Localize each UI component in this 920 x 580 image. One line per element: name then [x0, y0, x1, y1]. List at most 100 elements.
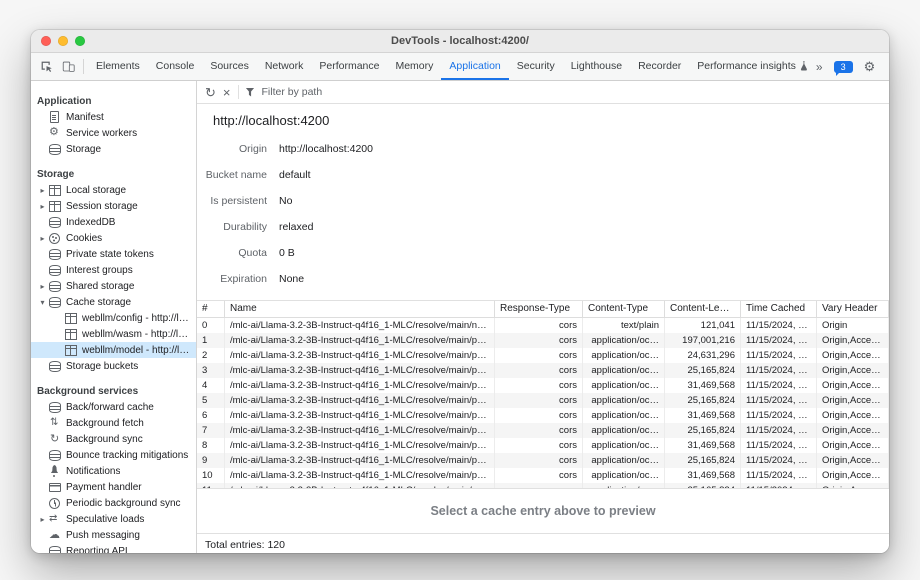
database-icon	[48, 248, 62, 260]
table-row[interactable]: 7 /mlc-ai/Llama-3.2-3B-Instruct-q4f16_1-…	[197, 423, 889, 438]
sidebar-item[interactable]: Bounce tracking mitigations	[31, 447, 196, 463]
devtools-tab[interactable]: Recorder	[630, 53, 689, 80]
table-row[interactable]: 1 /mlc-ai/Llama-3.2-3B-Instruct-q4f16_1-…	[197, 333, 889, 348]
sidebar-item[interactable]: Shared storage	[31, 278, 196, 294]
sidebar-item[interactable]: Service workers	[31, 125, 196, 141]
table-row[interactable]: 10 /mlc-ai/Llama-3.2-3B-Instruct-q4f16_1…	[197, 468, 889, 483]
delete-selected-icon[interactable]: ×	[223, 86, 231, 99]
table-row[interactable]: 3 /mlc-ai/Llama-3.2-3B-Instruct-q4f16_1-…	[197, 363, 889, 378]
sidebar-item-label: webllm/config - http://loc…	[82, 313, 192, 324]
devtools-tab[interactable]: Lighthouse	[563, 53, 630, 80]
cell-response-type: cors	[495, 468, 583, 483]
refresh-icon[interactable]: ↻	[205, 86, 216, 99]
devtools-tab[interactable]: Sources	[202, 53, 257, 80]
table-row[interactable]: 2 /mlc-ai/Llama-3.2-3B-Instruct-q4f16_1-…	[197, 348, 889, 363]
more-tabs-icon[interactable]: »	[816, 60, 823, 74]
sidebar-item[interactable]: Back/forward cache	[31, 399, 196, 415]
sidebar-item[interactable]: Speculative loads	[31, 511, 196, 527]
column-header[interactable]: Response-Type	[495, 301, 583, 317]
cell-time-cached: 11/15/2024, 10…	[741, 408, 817, 423]
sidebar-item[interactable]: IndexedDB	[31, 214, 196, 230]
devtools-tab[interactable]: Memory	[387, 53, 441, 80]
expand-arrow-icon[interactable]	[37, 202, 48, 211]
sidebar-item[interactable]: webllm/model - http://loc…	[31, 342, 196, 358]
devtools-tab[interactable]: Security	[509, 53, 563, 80]
sidebar-item[interactable]: Interest groups	[31, 262, 196, 278]
table-row[interactable]: 8 /mlc-ai/Llama-3.2-3B-Instruct-q4f16_1-…	[197, 438, 889, 453]
expand-arrow-icon[interactable]	[37, 515, 48, 524]
sidebar-item-label: Back/forward cache	[66, 402, 154, 413]
expand-arrow-icon[interactable]	[37, 298, 48, 307]
sidebar-item[interactable]: Cookies	[31, 230, 196, 246]
cell-content-length: 24,631,296	[665, 348, 741, 363]
devtools-tab[interactable]: Console	[148, 53, 203, 80]
toolbar-divider	[238, 85, 239, 99]
minimize-window-button[interactable]	[58, 36, 68, 46]
cell-content-length: 25,165,824	[665, 423, 741, 438]
cell-name: /mlc-ai/Llama-3.2-3B-Instruct-q4f16_1-ML…	[225, 348, 495, 363]
filter-input[interactable]: Filter by path	[262, 86, 323, 98]
devtools-tab[interactable]: Performance	[311, 53, 387, 80]
column-header[interactable]: Vary Header	[817, 301, 889, 317]
cell-time-cached: 11/15/2024, 10…	[741, 363, 817, 378]
devtools-tab[interactable]: Network	[257, 53, 312, 80]
sidebar-item[interactable]: Periodic background sync	[31, 495, 196, 511]
table-row[interactable]: 9 /mlc-ai/Llama-3.2-3B-Instruct-q4f16_1-…	[197, 453, 889, 468]
database-icon	[48, 216, 62, 228]
metadata-value: relaxed	[279, 221, 313, 233]
sidebar-item[interactable]: Notifications	[31, 463, 196, 479]
expand-arrow-icon[interactable]	[37, 186, 48, 195]
table-row[interactable]: 5 /mlc-ai/Llama-3.2-3B-Instruct-q4f16_1-…	[197, 393, 889, 408]
table-row[interactable]: 4 /mlc-ai/Llama-3.2-3B-Instruct-q4f16_1-…	[197, 378, 889, 393]
inspect-element-icon[interactable]	[35, 53, 57, 80]
column-header[interactable]: #	[197, 301, 225, 317]
column-header[interactable]: Name	[225, 301, 495, 317]
sidebar-item[interactable]: Storage buckets	[31, 358, 196, 374]
table-icon	[64, 344, 78, 356]
sidebar-item[interactable]: Push messaging	[31, 527, 196, 543]
expand-arrow-icon[interactable]	[37, 282, 48, 291]
device-toolbar-icon[interactable]	[57, 53, 79, 80]
expand-arrow-icon[interactable]	[37, 234, 48, 243]
sidebar-item[interactable]: Cache storage	[31, 294, 196, 310]
close-window-button[interactable]	[41, 36, 51, 46]
sidebar-item[interactable]: Reporting API	[31, 543, 196, 553]
preview-placeholder-text: Select a cache entry above to preview	[430, 504, 655, 518]
column-header[interactable]: Content-Type	[583, 301, 665, 317]
zoom-window-button[interactable]	[75, 36, 85, 46]
sidebar-item[interactable]: Session storage	[31, 198, 196, 214]
card-icon	[48, 481, 62, 493]
cell-vary-header: Origin,Access…	[817, 453, 889, 468]
devtools-tab[interactable]: Elements	[88, 53, 148, 80]
sidebar-item[interactable]: Manifest	[31, 109, 196, 125]
flask-icon	[800, 61, 808, 71]
cell-response-type: cors	[495, 453, 583, 468]
sidebar-item[interactable]: Private state tokens	[31, 246, 196, 262]
settings-gear-icon[interactable]: ⚙	[864, 60, 876, 73]
sidebar-item[interactable]: webllm/wasm - http://loca…	[31, 326, 196, 342]
cell-response-type: cors	[495, 318, 583, 333]
sidebar-item[interactable]: Background fetch	[31, 415, 196, 431]
table-row[interactable]: 6 /mlc-ai/Llama-3.2-3B-Instruct-q4f16_1-…	[197, 408, 889, 423]
sidebar-item[interactable]: Local storage	[31, 182, 196, 198]
table-row[interactable]: 0 /mlc-ai/Llama-3.2-3B-Instruct-q4f16_1-…	[197, 318, 889, 333]
kebab-menu-icon[interactable]: ⋮	[886, 60, 889, 73]
cell-vary-header: Origin,Access…	[817, 468, 889, 483]
filter-funnel-icon	[246, 88, 255, 97]
console-messages-icon[interactable]: 3	[834, 61, 853, 73]
table-icon	[64, 312, 78, 324]
sidebar-item: Application	[31, 93, 196, 109]
sidebar-item[interactable]: webllm/config - http://loc…	[31, 310, 196, 326]
sidebar-item[interactable]: Background sync	[31, 431, 196, 447]
cell-index: 1	[197, 333, 225, 348]
sidebar-item[interactable]: Storage	[31, 141, 196, 157]
devtools-tab[interactable]: Application	[441, 53, 508, 80]
cache-metadata: Origin http://localhost:4200 Bucket name…	[197, 136, 889, 300]
sidebar-item: Background services	[31, 383, 196, 399]
sidebar-item[interactable]: Payment handler	[31, 479, 196, 495]
column-header[interactable]: Content-Length	[665, 301, 741, 317]
tab-label: Network	[265, 60, 304, 72]
cache-entries-table: # Name Response-Type Content-Type Conten…	[197, 300, 889, 488]
devtools-tab[interactable]: Performance insights	[689, 53, 816, 80]
column-header[interactable]: Time Cached	[741, 301, 817, 317]
